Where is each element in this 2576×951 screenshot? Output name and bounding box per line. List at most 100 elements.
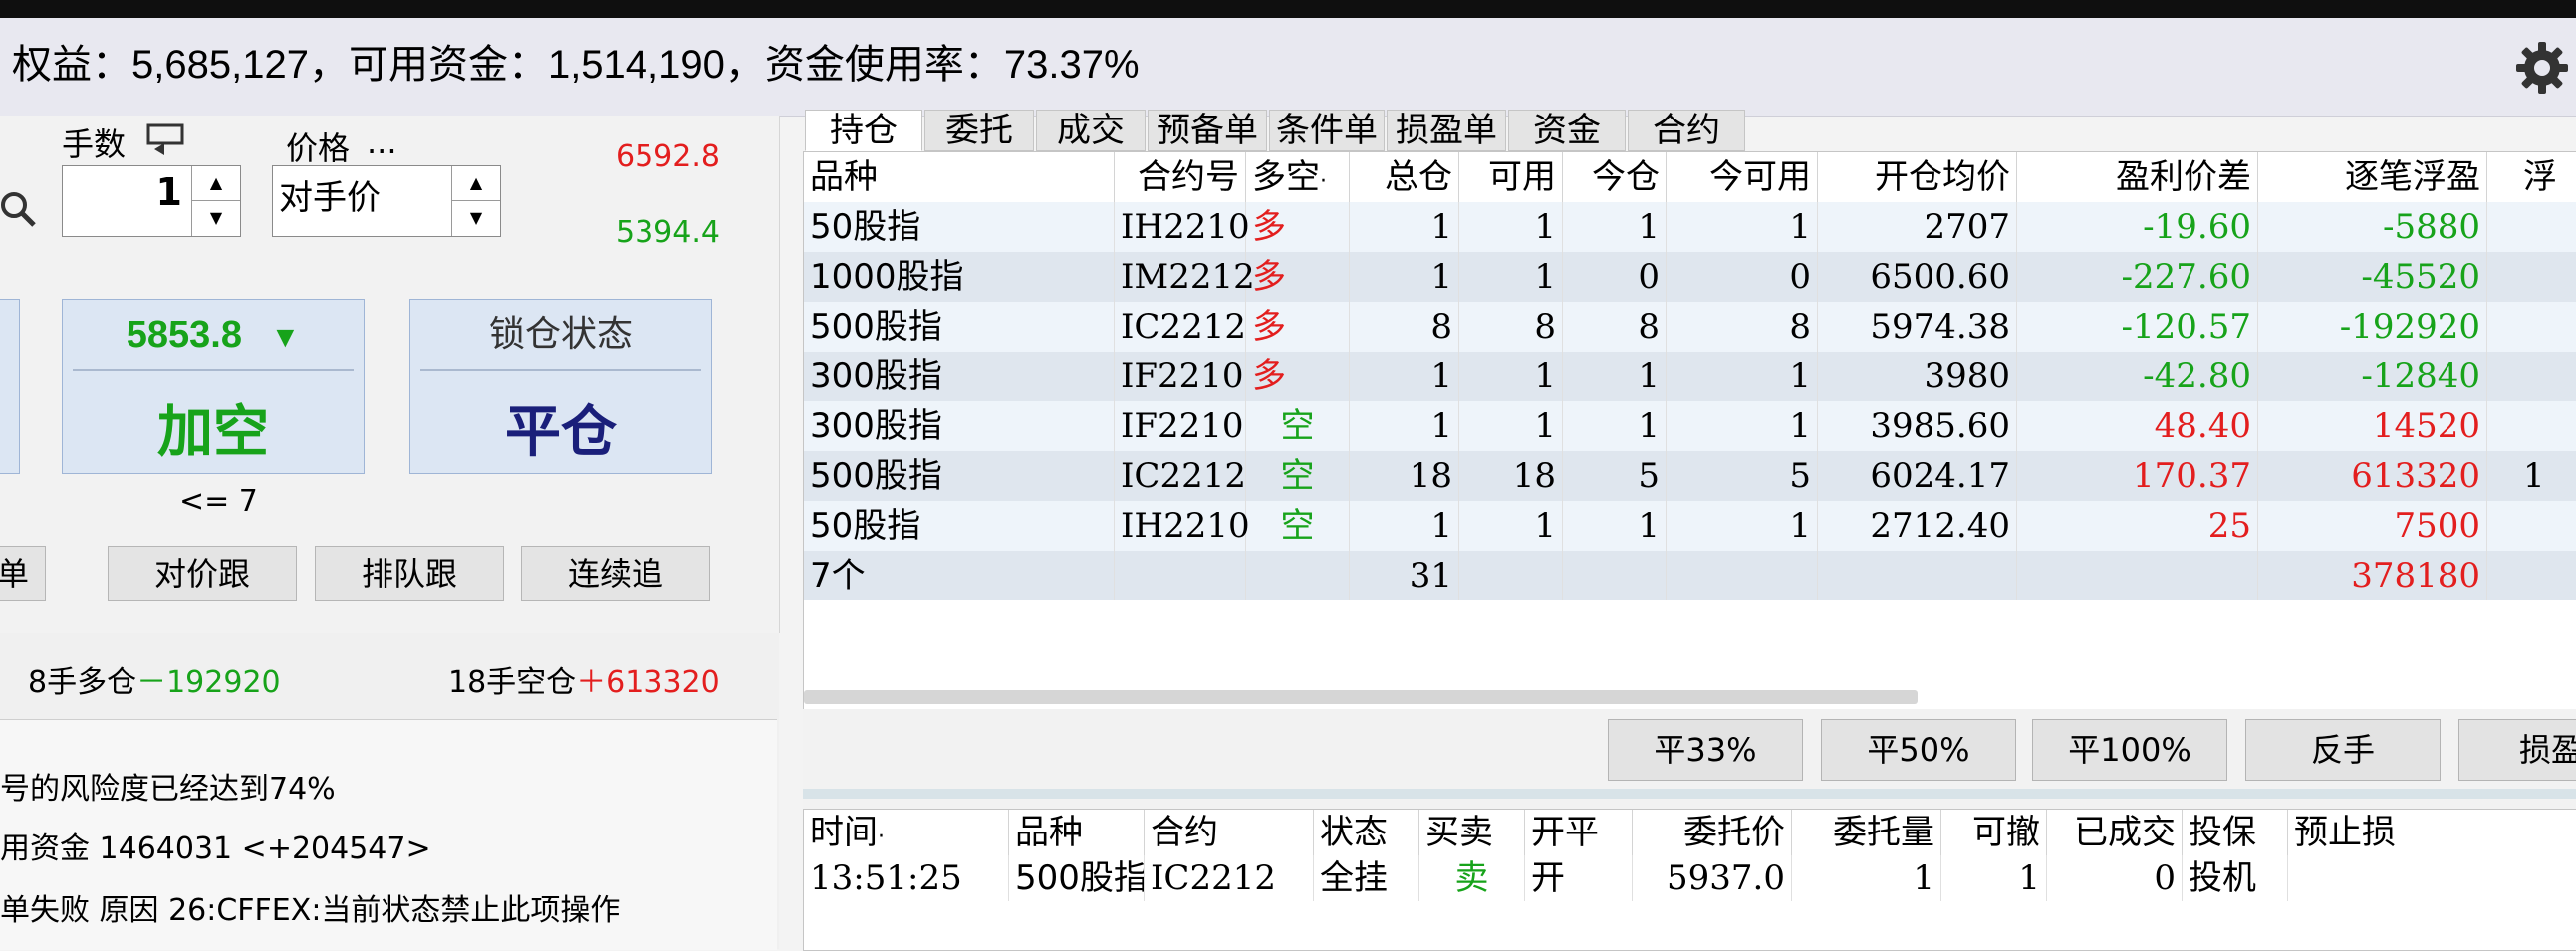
tab-trades[interactable]: 成交 [1036, 110, 1146, 151]
cell-pnl: -12840 [2258, 352, 2487, 401]
follow-counter-price-button[interactable]: 对价跟 [108, 546, 297, 601]
cell-total: 18 [1350, 451, 1459, 501]
lower-limit-price: 5394.4 [616, 215, 720, 250]
cell-today-available: 1 [1667, 501, 1818, 551]
cell-total: 8 [1350, 302, 1459, 352]
column-header[interactable]: 预止损 [2288, 810, 2576, 855]
cell-side: 多 [1246, 202, 1350, 252]
price-mode-stepper[interactable]: 对手价 ▲ ▼ [272, 165, 501, 237]
short-position-qty: 18手空仓 [448, 665, 577, 700]
column-header[interactable]: 今仓 [1563, 152, 1667, 202]
price-down-button[interactable]: ▼ [452, 201, 500, 236]
tab-funds[interactable]: 资金 [1508, 110, 1626, 151]
table-row[interactable]: 300股指 IF2210 多 1 1 1 1 3980 -42.80 -1284… [804, 352, 2576, 401]
cell-side: 卖 [1419, 855, 1525, 901]
follow-queue-price-button[interactable]: 排队跟 [315, 546, 504, 601]
search-icon[interactable] [0, 183, 40, 233]
cell-extra [2517, 352, 2576, 401]
sort-indicator-icon: · [878, 825, 885, 849]
account-summary: 权益：5,685,127，可用资金：1,514,190，资金使用率：73.37% [12, 43, 1140, 87]
cell-avg-price: 2707 [1818, 202, 2017, 252]
cell-available: 18 [1459, 451, 1563, 501]
tab-orders[interactable]: 委托 [924, 110, 1034, 151]
column-header[interactable]: 投保 [2183, 810, 2288, 855]
close-position-button[interactable]: 锁仓状态 平仓 [409, 299, 712, 474]
table-row[interactable]: 500股指 IC2212 空 18 18 5 5 6024.17 170.37 … [804, 451, 2576, 501]
cell-spread: -120.57 [2017, 302, 2258, 352]
tab-conditional-orders[interactable]: 条件单 [1269, 110, 1385, 151]
qty-down-button[interactable]: ▼ [192, 201, 240, 236]
column-header[interactable]: 浮 [2517, 152, 2576, 202]
qty-value[interactable]: 1 [156, 170, 182, 214]
table-row[interactable]: 13:51:25 500股指 IC2212 全挂 卖 开 5937.0 1 1 … [804, 855, 2576, 901]
cell-total: 1 [1350, 252, 1459, 302]
cell-status: 全挂 [1314, 855, 1419, 901]
close-100-button[interactable]: 平100% [2032, 719, 2227, 781]
column-header[interactable]: 状态 [1314, 810, 1419, 855]
table-row[interactable]: 500股指 IC2212 多 8 8 8 8 5974.38 -120.57 -… [804, 302, 2576, 352]
tab-stop-orders[interactable]: 损盈单 [1387, 110, 1506, 151]
cell-extra [2517, 501, 2576, 551]
column-header[interactable]: 委托价 [1633, 810, 1792, 855]
column-header[interactable]: 盈利价差 [2017, 152, 2258, 202]
cell-available: 1 [1459, 501, 1563, 551]
continuous-chase-button[interactable]: 连续追 [521, 546, 710, 601]
price-more-button[interactable]: ... [367, 123, 397, 161]
qty-stepper[interactable]: 1 ▲ ▼ [62, 165, 241, 237]
cell-contract: IC2212 [1115, 451, 1246, 501]
tab-positions[interactable]: 持仓 [805, 110, 922, 151]
horizontal-scrollbar[interactable] [804, 690, 1918, 704]
stop-profit-loss-button[interactable]: 损盈 [2458, 719, 2576, 781]
order-mode-button[interactable]: 单 [0, 546, 46, 601]
splitter[interactable] [803, 789, 2576, 799]
column-header[interactable]: 今可用 [1667, 152, 1818, 202]
column-header[interactable]: 总仓 [1350, 152, 1459, 202]
tab-prepared-orders[interactable]: 预备单 [1148, 110, 1267, 151]
column-header[interactable]: 多空· [1246, 152, 1350, 202]
tab-contracts[interactable]: 合约 [1628, 110, 1745, 151]
cell-available: 1 [1459, 352, 1563, 401]
cell-total: 1 [1350, 501, 1459, 551]
cell-spread: -19.60 [2017, 202, 2258, 252]
cell-side: 空 [1246, 401, 1350, 451]
sell-open-button[interactable]: 5853.8 ▼ 加空 [62, 299, 365, 474]
reverse-button[interactable]: 反手 [2245, 719, 2441, 781]
close-33-button[interactable]: 平33% [1608, 719, 1803, 781]
cell-today: 1 [1563, 352, 1667, 401]
qty-label: 手数 [62, 125, 127, 163]
column-header[interactable]: 买卖 [1419, 810, 1525, 855]
column-header[interactable]: 品种 [1009, 810, 1145, 855]
column-header[interactable]: 可用 [1459, 152, 1563, 202]
price-up-button[interactable]: ▲ [452, 166, 500, 201]
return-icon[interactable] [144, 121, 186, 157]
column-header[interactable]: 开平 [1525, 810, 1633, 855]
total-row: 7个 31 378180 [804, 551, 2576, 600]
table-row[interactable]: 1000股指 IM2212 多 1 1 0 0 6500.60 -227.60 … [804, 252, 2576, 302]
close-50-button[interactable]: 平50% [1821, 719, 2016, 781]
column-header[interactable]: 合约号 [1115, 152, 1246, 202]
cell-today: 1 [1563, 401, 1667, 451]
buy-tile[interactable] [0, 299, 20, 474]
column-header[interactable]: 时间· [804, 810, 1009, 855]
cell-spread: -227.60 [2017, 252, 2258, 302]
table-row[interactable]: 300股指 IF2210 空 1 1 1 1 3985.60 48.40 145… [804, 401, 2576, 451]
cell-available: 1 [1459, 202, 1563, 252]
cell-avg-price: 2712.40 [1818, 501, 2017, 551]
positions-header: 品种 合约号 多空· 总仓 可用 今仓 今可用 开仓均价 盈利价差 逐笔浮盈 浮 [804, 152, 2576, 203]
column-header[interactable]: 合约 [1145, 810, 1314, 855]
qty-up-button[interactable]: ▲ [192, 166, 240, 201]
column-header-label: 时间 [810, 813, 878, 852]
column-header[interactable]: 已成交 [2047, 810, 2183, 855]
column-header[interactable]: 逐笔浮盈 [2258, 152, 2487, 202]
column-header[interactable]: 开仓均价 [1818, 152, 2017, 202]
price-mode-value[interactable]: 对手价 [279, 170, 381, 219]
title-bar [0, 0, 2576, 18]
column-header[interactable]: 委托量 [1792, 810, 1941, 855]
column-header[interactable]: 可撤 [1941, 810, 2047, 855]
column-header[interactable]: 品种 [804, 152, 1115, 202]
account-summary-bar: 权益：5,685,127，可用资金：1,514,190，资金使用率：73.37% [0, 18, 2576, 117]
cell-total: 1 [1350, 352, 1459, 401]
gear-icon[interactable] [2512, 38, 2572, 98]
table-row[interactable]: 50股指 IH2210 多 1 1 1 1 2707 -19.60 -5880 [804, 202, 2576, 252]
table-row[interactable]: 50股指 IH2210 空 1 1 1 1 2712.40 25 7500 [804, 501, 2576, 551]
